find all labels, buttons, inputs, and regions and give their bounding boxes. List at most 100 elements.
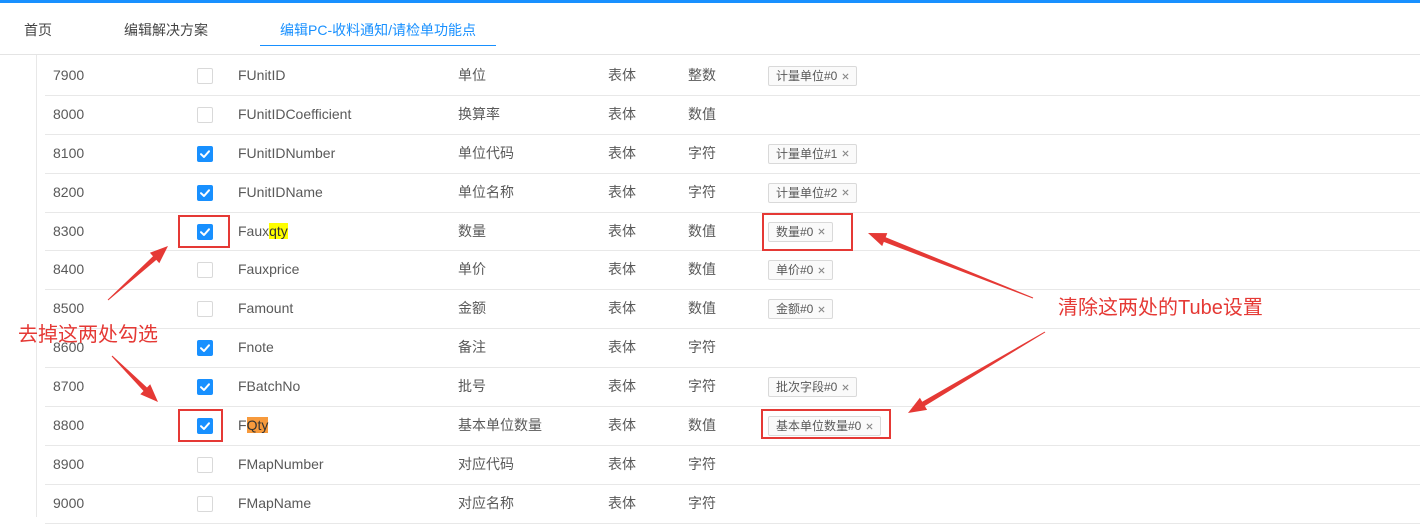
row-checkbox[interactable] [197, 495, 213, 512]
row-section: 表体 [608, 378, 636, 395]
tag-label: 计量单位#0 [776, 69, 838, 83]
tube-tag: 计量单位#0 [768, 66, 858, 86]
row-checkbox[interactable] [197, 68, 213, 84]
row-section: 表体 [608, 455, 636, 472]
row-field-key: FUnitID [238, 67, 286, 83]
table-row: 8600 Fnote 备注 表体 字符 [45, 329, 1420, 369]
tag-label: 计量单位#1 [776, 146, 838, 161]
row-data-type: 字符 [688, 378, 716, 395]
row-field-name: 备注 [458, 339, 486, 356]
tube-tag: 单价#0 [768, 260, 834, 281]
row-section: 表体 [608, 300, 636, 317]
close-icon[interactable] [842, 150, 849, 157]
row-seq: 8000 [53, 105, 85, 122]
row-seq: 8400 [53, 261, 85, 278]
row-field-name: 单价 [458, 261, 486, 278]
check-icon [200, 150, 210, 158]
row-field-name: 数量 [458, 222, 486, 239]
check-icon [200, 188, 210, 197]
row-data-type: 数值 [688, 417, 716, 434]
row-checkbox[interactable] [197, 184, 213, 201]
tab-edit-function-points[interactable]: 编辑PC-收料通知/请检单功能点 [260, 17, 496, 46]
tab-home[interactable]: 首页 [24, 17, 52, 46]
check-icon [200, 227, 210, 236]
row-seq: 8300 [53, 222, 85, 239]
tube-tag: 数量#0 [768, 221, 834, 242]
tag-label: 计量单位#2 [776, 185, 838, 200]
field-key-prefix: Faux [238, 222, 270, 239]
row-field-key: FUnitIDCoefficient [238, 105, 352, 122]
row-checkbox[interactable] [197, 106, 213, 123]
row-section: 表体 [608, 144, 636, 161]
row-section: 表体 [608, 339, 636, 356]
close-icon[interactable] [842, 384, 849, 391]
row-field-name: 对应代码 [458, 455, 514, 472]
row-data-type: 字符 [688, 339, 716, 356]
row-section: 表体 [608, 494, 636, 511]
table-row: 9000 FMapName 对应名称 表体 字符 [45, 485, 1420, 524]
row-field-key: FUnitIDName [238, 183, 323, 200]
tube-tag: 批次字段#0 [768, 377, 858, 398]
row-section: 表体 [608, 417, 636, 434]
search-highlight: Qty [246, 417, 269, 434]
field-table: 7900 FUnitID 单位 表体 整数 计量单位#0 8000 FUnitI… [45, 57, 1420, 524]
row-field-name: 基本单位数量 [458, 417, 542, 434]
row-checkbox[interactable] [197, 340, 213, 357]
row-section: 表体 [608, 67, 636, 83]
close-icon[interactable] [818, 267, 825, 274]
content-left-border [36, 55, 37, 517]
check-icon [200, 383, 210, 392]
row-field-name: 单位 [458, 67, 486, 83]
row-field-name: 单位代码 [458, 144, 514, 161]
table-row: 8200 FUnitIDName 单位名称 表体 字符 计量单位#2 [45, 174, 1420, 213]
row-seq: 8800 [53, 417, 85, 434]
row-field-key: Fauxqty [238, 213, 288, 250]
row-field-key: FUnitIDNumber [238, 144, 336, 161]
row-data-type: 数值 [688, 105, 716, 122]
row-seq: 9000 [53, 494, 85, 511]
row-field-key: FMapName [238, 494, 312, 511]
row-data-type: 数值 [688, 222, 716, 239]
field-key-prefix: F [238, 417, 247, 434]
table-row: 8100 FUnitIDNumber 单位代码 表体 字符 计量单位#1 [45, 135, 1420, 174]
table-row: 8800 FQty 基本单位数量 表体 数值 基本单位数量#0 [45, 407, 1420, 446]
row-seq: 8500 [53, 300, 85, 317]
tab-edit-solution[interactable]: 编辑解决方案 [124, 17, 208, 46]
close-icon[interactable] [818, 228, 825, 235]
table-row: 8300 Fauxqty 数量 表体 数值 数量#0 [45, 213, 1420, 252]
row-seq: 8200 [53, 183, 85, 200]
row-field-key: FQty [238, 407, 269, 444]
close-icon[interactable] [866, 422, 873, 430]
row-seq: 8100 [53, 144, 85, 161]
tag-label: 单价#0 [776, 263, 814, 278]
row-field-name: 换算率 [458, 105, 500, 122]
row-field-key: Famount [238, 300, 294, 317]
table-row: 8700 FBatchNo 批号 表体 字符 批次字段#0 [45, 368, 1420, 408]
row-field-name: 单位名称 [458, 183, 514, 200]
row-field-name: 批号 [458, 378, 486, 395]
row-data-type: 字符 [688, 494, 716, 511]
row-checkbox[interactable] [197, 262, 213, 279]
tube-tag: 计量单位#1 [768, 143, 858, 164]
tab-bar: 首页 编辑解决方案 编辑PC-收料通知/请检单功能点 [0, 3, 1420, 55]
tag-label: 金额#0 [776, 302, 814, 317]
row-checkbox[interactable] [197, 145, 213, 162]
row-checkbox[interactable] [197, 379, 213, 396]
row-data-type: 字符 [688, 455, 716, 472]
row-field-key: Fnote [238, 339, 274, 356]
row-data-type: 整数 [688, 67, 716, 83]
tube-tag: 计量单位#2 [768, 182, 858, 203]
close-icon[interactable] [818, 306, 825, 313]
tube-tag: 金额#0 [768, 299, 834, 320]
row-checkbox[interactable] [197, 456, 213, 473]
close-icon[interactable] [842, 72, 849, 80]
row-checkbox[interactable] [197, 301, 213, 318]
row-seq: 8700 [53, 378, 85, 395]
check-icon [200, 344, 210, 353]
tag-label: 批次字段#0 [776, 380, 838, 395]
row-checkbox[interactable] [197, 223, 213, 240]
row-checkbox[interactable] [197, 418, 213, 435]
close-icon[interactable] [842, 189, 849, 196]
search-highlight: qty [269, 222, 288, 239]
annotation-note-uncheck: 去掉这两处勾选 [18, 324, 158, 346]
